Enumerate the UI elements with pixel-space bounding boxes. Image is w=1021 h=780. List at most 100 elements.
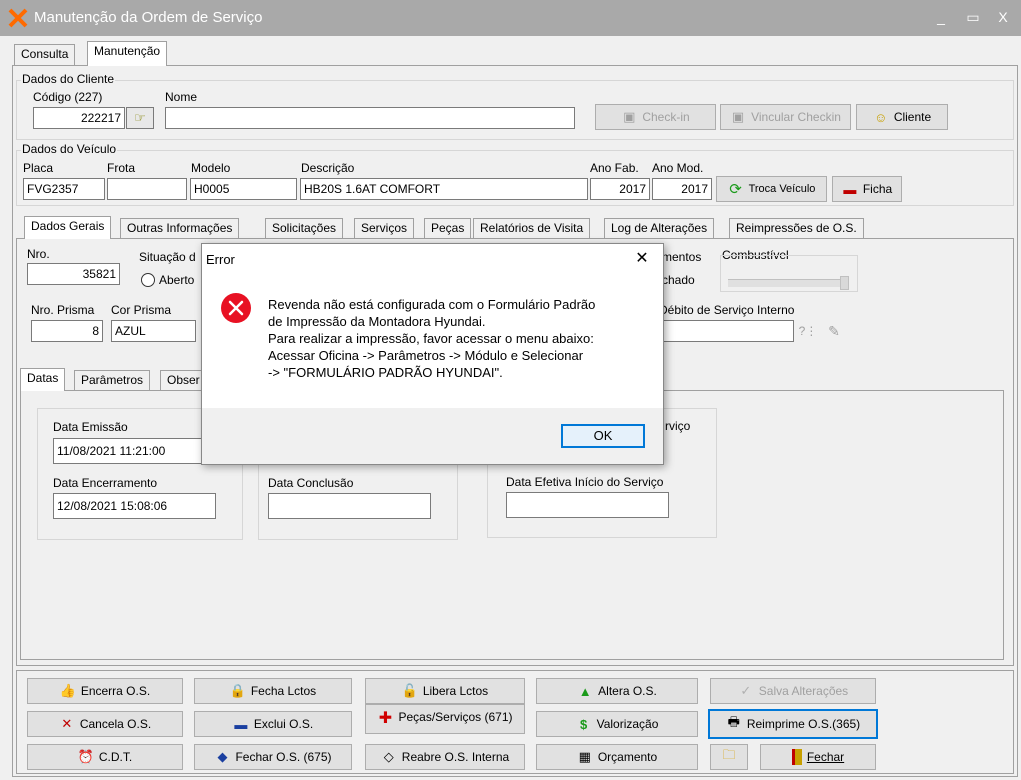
alarm-clock-icon: ⏰ (77, 749, 94, 764)
nome-label: Nome (165, 90, 198, 104)
dialog-title: Error (206, 252, 235, 267)
cancela-os-button[interactable]: ✕ Cancela O.S. (27, 711, 183, 737)
tab-manutencao[interactable]: Manutenção (87, 41, 168, 66)
cor-prisma-field[interactable]: AZUL (111, 320, 196, 342)
placa-field[interactable]: FVG2357 (23, 178, 105, 200)
prisma-field[interactable]: 8 (31, 320, 103, 342)
red-plus-icon: ✚ (378, 710, 393, 727)
tab-datas[interactable]: Datas (20, 368, 66, 391)
message-line: Revenda não está configurada com o Formu… (268, 297, 596, 312)
aberto-label: Aberto (159, 273, 195, 287)
servico-partial-label: rviço (665, 419, 691, 433)
tab-observacoes[interactable]: Obser (160, 370, 202, 390)
dialog-message: Revenda não está configurada com o Formu… (268, 296, 595, 381)
fechado-label: chado (662, 273, 695, 287)
frota-field[interactable] (107, 178, 187, 200)
maximize-button[interactable]: ▭ (962, 6, 984, 28)
nome-field[interactable] (165, 107, 575, 129)
message-line: -> "FORMULÁRIO PADRÃO HYUNDAI". (268, 365, 503, 380)
encerra-os-button[interactable]: 👍 Encerra O.S. (27, 678, 183, 704)
lancamentos-label: mentos (662, 250, 702, 264)
modelo-field[interactable]: H0005 (190, 178, 297, 200)
error-icon (220, 292, 252, 324)
fechar-button[interactable]: Fechar (760, 744, 876, 770)
tab-dados-gerais[interactable]: Dados Gerais (24, 216, 112, 239)
tab-reimpressoes[interactable]: Reimpressões de O.S. (729, 218, 864, 238)
up-triangle-icon: ▲ (578, 683, 592, 699)
red-x-icon: ✕ (61, 716, 73, 731)
descricao-field[interactable]: HB20S 1.6AT COMFORT (300, 178, 588, 200)
modelo-label: Modelo (191, 161, 231, 175)
conclusao-field[interactable] (268, 493, 431, 519)
tab-outras-informacoes[interactable]: Outras Informações (120, 218, 240, 238)
codigo-field[interactable]: 222217 (33, 107, 125, 129)
libera-lctos-button[interactable]: 🔓 Libera Lctos (365, 678, 525, 704)
message-line: de Impressão da Montadora Hyundai. (268, 314, 486, 329)
encerramento-field[interactable]: 12/08/2021 15:08:06 (53, 493, 216, 519)
efetiva-label: Data Efetiva Início do Serviço (506, 475, 664, 489)
tab-solicitacoes[interactable]: Solicitações (265, 218, 344, 238)
cliente-button[interactable]: ☺ Cliente (856, 104, 948, 130)
vincular-icon: ▣ (731, 109, 745, 124)
placa-label: Placa (23, 161, 54, 175)
app-logo-icon (8, 8, 28, 28)
tab-log-alteracoes[interactable]: Log de Alterações (604, 218, 715, 238)
printer-icon: 🖶 (727, 714, 740, 729)
dialog-close-button[interactable]: ✕ (630, 248, 654, 270)
nro-field[interactable]: 35821 (27, 263, 120, 285)
debito-lookup-icon[interactable]: ?⋮ (796, 320, 820, 342)
anofab-field[interactable]: 2017 (590, 178, 650, 200)
minus-icon: ▬ (234, 716, 248, 732)
tab-relatorios-visita[interactable]: Relatórios de Visita (473, 218, 591, 238)
combustivel-slider[interactable] (840, 276, 849, 290)
codigo-label: Código (227) (33, 90, 103, 104)
cdt-button[interactable]: ⏰ C.D.T. (27, 744, 183, 770)
reabre-os-interna-button[interactable]: ◇ Reabre O.S. Interna (365, 744, 525, 770)
hand-pointer-icon: ☞ (134, 110, 146, 125)
ok-button[interactable]: OK (561, 424, 645, 448)
checkin-button[interactable]: ▣ Check-in (595, 104, 716, 130)
refresh-icon: ⟳ (729, 181, 742, 198)
dialog-footer: OK (202, 408, 663, 464)
minimize-button[interactable]: _ (930, 6, 952, 28)
user-icon: ☺ (874, 109, 888, 125)
ficha-button[interactable]: ▬ Ficha (832, 176, 902, 202)
aberto-radio[interactable] (141, 273, 155, 287)
vincular-checkin-button[interactable]: ▣ Vincular Checkin (720, 104, 851, 130)
unlock-icon: 🔓 (401, 683, 418, 698)
valorizacao-button[interactable]: $ Valorização (536, 711, 698, 737)
close-window-button[interactable]: X (992, 6, 1014, 28)
tab-pecas[interactable]: Peças (424, 218, 472, 238)
fecha-lctos-button[interactable]: 🔒 Fecha Lctos (194, 678, 352, 704)
troca-veiculo-button[interactable]: ⟳ Troca Veículo (716, 176, 827, 202)
lookup-cliente-button[interactable]: ☞ (126, 107, 154, 129)
nro-label: Nro. (27, 247, 50, 261)
anofab-label: Ano Fab. (590, 161, 639, 175)
emissao-field[interactable]: 11/08/2021 11:21:00 (53, 438, 216, 464)
salva-alteracoes-button[interactable]: ✓ Salva Alterações (710, 678, 876, 704)
anomod-field[interactable]: 2017 (652, 178, 712, 200)
tab-consulta[interactable]: Consulta (14, 44, 76, 65)
descricao-label: Descrição (301, 161, 355, 175)
exclui-os-button[interactable]: ▬ Exclui O.S. (194, 711, 352, 737)
debito-edit-icon[interactable]: ✎ (822, 320, 846, 342)
anomod-label: Ano Mod. (652, 161, 704, 175)
orcamento-button[interactable]: ▦ Orçamento (536, 744, 698, 770)
combustivel-track (728, 279, 840, 287)
open-folder-button[interactable]: 🗀 (710, 744, 748, 770)
fechar-os-button[interactable]: ◆ Fechar O.S. (675) (194, 744, 352, 770)
pecas-servicos-button[interactable]: ✚ Peças/Serviços (671) (365, 704, 525, 734)
debito-field[interactable] (659, 320, 794, 342)
veiculo-group-title: Dados do Veículo (21, 142, 118, 156)
checkin-icon: ▣ (623, 109, 636, 124)
eraser-icon: ◇ (383, 749, 394, 764)
title-bar: Manutenção da Ordem de Serviço _ ▭ X (0, 0, 1021, 36)
altera-os-button[interactable]: ▲ Altera O.S. (536, 678, 698, 704)
efetiva-field[interactable] (506, 492, 669, 518)
tab-parametros[interactable]: Parâmetros (74, 370, 151, 390)
tab-servicos[interactable]: Serviços (354, 218, 415, 238)
situacao-label: Situação d (139, 250, 196, 264)
error-dialog: Error ✕ Revenda não está configurada com… (201, 243, 664, 465)
reimprime-os-button[interactable]: 🖶 Reimprime O.S.(365) (708, 709, 878, 739)
check-icon: ✓ (740, 683, 752, 698)
